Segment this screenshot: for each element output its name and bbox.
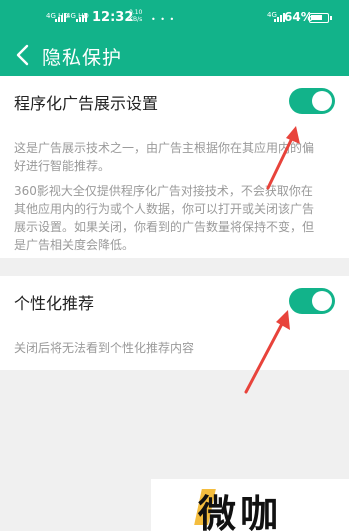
app-header: 隐私保护 bbox=[0, 34, 349, 76]
setting-row-personalized: 个性化推荐 bbox=[0, 276, 349, 322]
toggle-knob bbox=[312, 91, 332, 111]
battery-icon bbox=[309, 13, 332, 23]
description-line: 360影视大全仅提供程序化广告对接技术，不会获取你在 bbox=[14, 184, 313, 198]
description-line: 是广告相关度会降低。 bbox=[14, 238, 135, 252]
personalized-toggle[interactable] bbox=[289, 288, 335, 314]
description-line: 展示设置。如果关闭，你看到的广告数量将保持不变，但 bbox=[14, 220, 315, 234]
back-button[interactable] bbox=[10, 41, 38, 69]
description-line: 这是广告展示技术之一，由广告主根据你在其应用内的偏 bbox=[14, 141, 315, 155]
setting-row-ad-display: 程序化广告展示设置 bbox=[0, 76, 349, 122]
personalized-description: 关闭后将无法看到个性化推荐内容 bbox=[14, 339, 336, 357]
network-speed: 0.10 KB/s bbox=[129, 9, 142, 23]
setting-label-personalized: 个性化推荐 bbox=[14, 294, 95, 313]
watermark: 微咖 bbox=[151, 479, 349, 531]
page-title: 隐私保护 bbox=[42, 47, 123, 69]
description-line: 关闭后将无法看到个性化推荐内容 bbox=[14, 341, 195, 355]
description-line: 好进行智能推荐。 bbox=[14, 159, 111, 173]
section-separator bbox=[0, 258, 349, 276]
network-speed-value: 0.10 bbox=[129, 9, 143, 16]
signal-icon bbox=[76, 13, 88, 22]
status-bar: 4G HD 4G HD 12:32 0.10 KB/s • • • 4G 64% bbox=[0, 0, 349, 34]
ad-display-description: 这是广告展示技术之一，由广告主根据你在其应用内的偏 好进行智能推荐。 bbox=[14, 139, 336, 175]
watermark-logo: 微咖 bbox=[198, 492, 283, 531]
ad-display-toggle[interactable] bbox=[289, 88, 335, 114]
status-time: 12:32 bbox=[92, 10, 134, 25]
chevron-left-icon bbox=[16, 44, 29, 66]
toggle-knob bbox=[312, 291, 332, 311]
more-dots-icon: • • • bbox=[151, 15, 176, 24]
network-speed-unit: KB/s bbox=[129, 16, 143, 23]
setting-label-ad-display: 程序化广告展示设置 bbox=[14, 94, 159, 113]
description-line: 其他应用内的行为或个人数据，你可以打开或关闭该广告 bbox=[14, 202, 315, 216]
ad-display-description-2: 360影视大全仅提供程序化广告对接技术，不会获取你在 其他应用内的行为或个人数据… bbox=[14, 182, 336, 254]
